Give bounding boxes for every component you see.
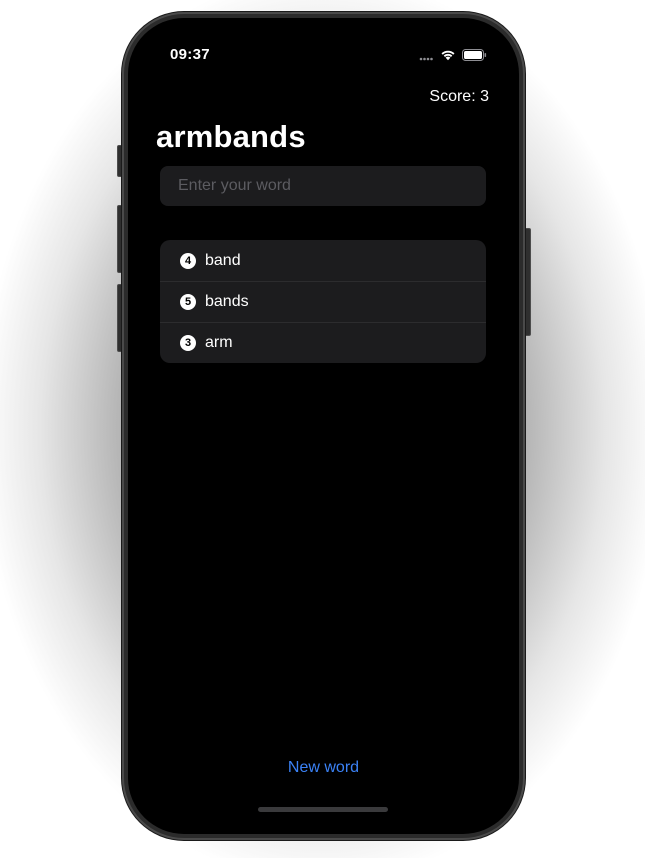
- wifi-icon: [440, 48, 456, 66]
- phone-screen: 09:37 Score: 3 armbands Enter your word …: [128, 18, 519, 834]
- list-item: 3 arm: [160, 322, 486, 363]
- word-input[interactable]: [160, 166, 486, 206]
- root-word-title: armbands: [156, 119, 306, 154]
- status-icons: [419, 48, 487, 66]
- new-word-button[interactable]: New word: [128, 759, 519, 777]
- home-indicator[interactable]: [258, 807, 388, 812]
- status-time: 09:37: [170, 46, 210, 63]
- battery-icon: [462, 48, 487, 66]
- numbered-circle-icon: 4: [180, 252, 196, 269]
- cellular-signal-icon: [419, 48, 434, 66]
- list-item: 5 bands: [160, 281, 486, 322]
- numbered-circle-icon: 3: [180, 335, 196, 351]
- used-words-list: 4 band 5 bands 3 arm: [160, 240, 486, 363]
- numbered-circle-icon: 5: [180, 294, 196, 310]
- simulator-background: 09:37 Score: 3 armbands Enter your word …: [0, 0, 645, 858]
- used-word-text: arm: [205, 334, 233, 351]
- used-word-text: band: [205, 251, 241, 269]
- used-word-text: bands: [205, 293, 249, 310]
- power-button: [524, 228, 531, 336]
- score-label: Score: 3: [429, 88, 489, 105]
- status-bar: 09:37: [128, 18, 519, 78]
- list-item: 4 band: [160, 240, 486, 281]
